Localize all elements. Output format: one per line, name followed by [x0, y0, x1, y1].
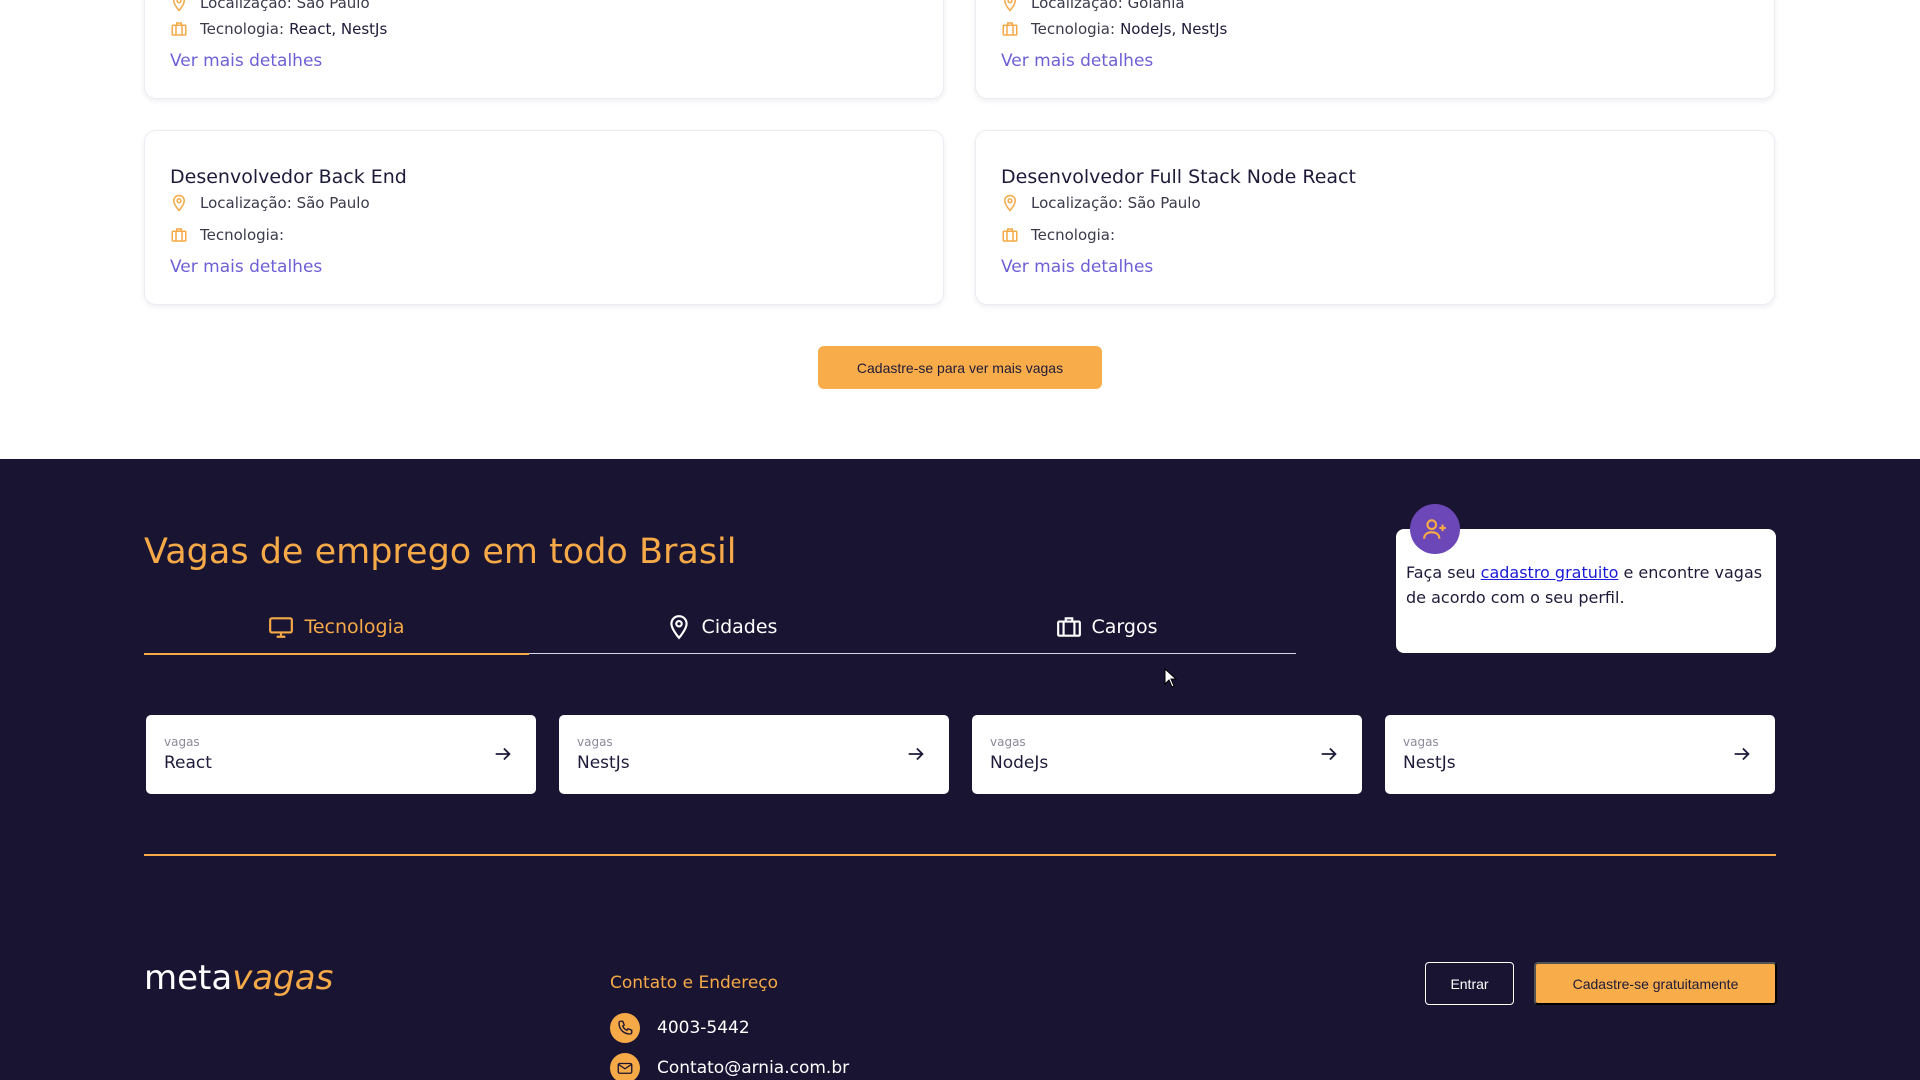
tech-pill-nodejs[interactable]: vagas NodeJs	[972, 715, 1362, 794]
map-pin-icon	[1001, 0, 1019, 12]
signup-promo-card: Faça seu cadastro gratuito e encontre va…	[1396, 504, 1776, 653]
tech-label: Tecnologia:	[1031, 20, 1116, 38]
email-address[interactable]: Contato@arnia.com.br	[657, 1058, 849, 1078]
tech-pill-nestjs[interactable]: vagas NestJs	[559, 715, 949, 794]
pill-caption: vagas	[164, 735, 200, 749]
category-tabs: Tecnologia Cidades Cargos	[144, 600, 1299, 655]
briefcase-icon	[1001, 20, 1019, 38]
map-pin-icon	[170, 194, 188, 212]
footer-divider	[144, 854, 1776, 856]
phone-icon	[610, 1013, 640, 1043]
user-plus-icon	[1410, 504, 1460, 554]
job-title: Desenvolvedor Full Stack Node React	[1001, 166, 1356, 188]
tab-label: Tecnologia	[304, 615, 405, 638]
pill-name: NestJs	[1403, 753, 1456, 773]
location-value: São Paulo	[1127, 194, 1201, 212]
details-link[interactable]: Ver mais detalhes	[1001, 257, 1153, 277]
location-value: Goiânia	[1127, 0, 1185, 12]
tech-pill-react[interactable]: vagas React	[146, 715, 536, 794]
tab-tecnologia[interactable]: Tecnologia	[144, 600, 529, 655]
mail-icon	[610, 1053, 640, 1080]
job-listing-section: Localização: São Paulo Tecnologia: React,…	[0, 0, 1920, 459]
mouse-cursor-icon	[1164, 668, 1178, 688]
tab-cidades[interactable]: Cidades	[529, 600, 914, 654]
location-value: São Paulo	[296, 0, 370, 12]
monitor-icon	[268, 614, 294, 640]
logo[interactable]: metavagas	[144, 958, 333, 998]
arrow-right-icon	[495, 747, 511, 761]
logo-part-vagas: vagas	[232, 958, 334, 998]
job-card: Desenvolvedor Back End Localização: São …	[144, 130, 944, 305]
tech-label: Tecnologia:	[200, 20, 285, 38]
more-jobs-button[interactable]: Cadastre-se para ver mais vagas	[818, 346, 1102, 389]
section-headline: Vagas de emprego em todo Brasil	[144, 532, 737, 572]
login-button[interactable]: Entrar	[1425, 962, 1514, 1005]
pill-name: NodeJs	[990, 753, 1049, 773]
pill-name: NestJs	[577, 753, 630, 773]
job-title: Desenvolvedor Back End	[170, 166, 407, 188]
tab-label: Cidades	[701, 616, 778, 638]
promo-text: Faça seu cadastro gratuito e encontre va…	[1406, 560, 1766, 610]
tech-label: Tecnologia:	[200, 226, 285, 244]
logo-part-meta: meta	[144, 958, 233, 998]
location-value: São Paulo	[296, 194, 370, 212]
map-pin-icon	[666, 614, 692, 640]
details-link[interactable]: Ver mais detalhes	[1001, 51, 1153, 71]
location-label: Localização:	[1031, 0, 1123, 12]
contact-email: Contato@arnia.com.br	[610, 1053, 849, 1080]
details-link[interactable]: Ver mais detalhes	[170, 257, 322, 277]
location-label: Localização:	[200, 0, 292, 12]
phone-number: 4003-5442	[657, 1018, 750, 1038]
tech-value: NodeJs, NestJs	[1120, 20, 1228, 38]
pill-caption: vagas	[1403, 735, 1439, 749]
signup-button[interactable]: Cadastre-se gratuitamente	[1534, 962, 1777, 1005]
arrow-right-icon	[908, 747, 924, 761]
briefcase-icon	[170, 20, 188, 38]
map-pin-icon	[170, 0, 188, 12]
tech-label: Tecnologia:	[1031, 226, 1116, 244]
promo-text-before: Faça seu	[1406, 563, 1481, 582]
tech-pill-nestjs[interactable]: vagas NestJs	[1385, 715, 1775, 794]
briefcase-icon	[170, 226, 188, 244]
briefcase-icon	[1001, 226, 1019, 244]
tab-label: Cargos	[1091, 616, 1158, 638]
job-card: Desenvolvedor Full Stack Node React Loca…	[975, 130, 1775, 305]
pill-name: React	[164, 753, 212, 773]
arrow-right-icon	[1734, 747, 1750, 761]
pill-caption: vagas	[990, 735, 1026, 749]
location-label: Localização:	[1031, 194, 1123, 212]
free-signup-link[interactable]: cadastro gratuito	[1481, 563, 1619, 582]
pill-caption: vagas	[577, 735, 613, 749]
tech-value: React, NestJs	[289, 20, 388, 38]
map-pin-icon	[1001, 194, 1019, 212]
tab-cargos[interactable]: Cargos	[914, 600, 1299, 654]
contact-title: Contato e Endereço	[610, 973, 779, 993]
briefcase-icon	[1056, 614, 1082, 640]
location-label: Localização:	[200, 194, 292, 212]
contact-phone: 4003-5442	[610, 1013, 750, 1043]
details-link[interactable]: Ver mais detalhes	[170, 51, 322, 71]
job-card: Localização: São Paulo Tecnologia: React,…	[144, 0, 944, 99]
arrow-right-icon	[1321, 747, 1337, 761]
job-card: Localização: Goiânia Tecnologia: NodeJs, …	[975, 0, 1775, 99]
